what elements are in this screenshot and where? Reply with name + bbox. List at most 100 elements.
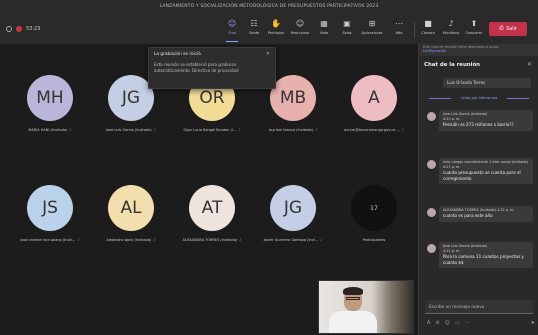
participant-tile[interactable]: JG Javier Guerrero Gamboa (Invi... ♪: [252, 180, 334, 260]
compose-toolbar: A ⊘ ☺ ▭ ⋯ ➤: [427, 320, 535, 330]
message-time: 4:21 p. m.: [443, 165, 461, 169]
chat-banner: Este chat de reunión tiene detectado el …: [419, 44, 538, 56]
video-stage: MH MARIA HANI (Invitado) ♪ JG Jose Luis G…: [0, 44, 418, 335]
message-text: cuanto presupuesto se cuenta para el cor…: [443, 170, 521, 181]
participant-name: MARIA HANI (Invitado): [28, 128, 68, 132]
avatar: AL: [108, 185, 154, 231]
close-icon[interactable]: ✕: [527, 61, 532, 68]
attach-icon[interactable]: ⊘: [435, 320, 439, 330]
previous-message: Luis Orlando Torres: [443, 78, 531, 88]
chat-button[interactable]: ☺ Chat: [221, 18, 243, 42]
window-title: LANZAMIENTO Y SOCIALIZACIÓN METODOLÓGICA…: [0, 0, 538, 14]
message-input[interactable]: Escribe un mensaje nuevo: [425, 300, 533, 314]
participant-name: anrym@bucaramanga.gov.co ...: [343, 128, 400, 132]
teams-meeting-window: LANZAMIENTO Y SOCIALIZACIÓN METODOLÓGICA…: [0, 0, 538, 335]
people-icon: ☷: [250, 19, 258, 28]
message-sender: ALEXANDRA TORRES (Invitado): [443, 208, 496, 212]
meeting-toolbar: 53:23 ☺ Chat ☷ Gente ✋ Participar ☺ Reac…: [0, 14, 538, 44]
mic-off-icon: ♪: [238, 128, 241, 132]
rooms-button[interactable]: ▣ Salas: [336, 18, 358, 42]
gif-icon[interactable]: ▭: [455, 320, 460, 330]
microphone-button[interactable]: ♪ Micrófono: [440, 18, 462, 42]
message-sender: erby vargas concejimiento 1 lider social…: [443, 160, 529, 164]
chat-title: Chat de la reunión: [424, 62, 481, 68]
toolbar-divider: [414, 22, 415, 38]
mic-off-icon: ♪: [153, 128, 156, 132]
more-icon[interactable]: ⋯: [465, 320, 470, 330]
participant-tile[interactable]: AT ALEXANDRA TORRES (Invitado) ♪: [171, 180, 253, 260]
people-button[interactable]: ☷ Gente: [243, 18, 265, 42]
recording-icon: [16, 26, 22, 32]
message-text: Para la comuna 11 cuantos proyectos y cu…: [443, 254, 524, 265]
avatar: [427, 160, 436, 169]
participant-count: 17: [351, 185, 397, 231]
recording-notification: La grabación se inició. Esta reunión se …: [148, 47, 276, 89]
format-icon[interactable]: A: [427, 320, 430, 330]
apps-button[interactable]: ⊞ Aplicaciones: [361, 18, 383, 42]
leave-button[interactable]: ✆ Salir: [489, 22, 527, 36]
close-icon[interactable]: ✕: [266, 51, 270, 57]
avatar: MH: [27, 75, 73, 121]
camera-button[interactable]: ■ Cámara: [417, 18, 439, 42]
notification-title: La grabación se inició.: [154, 52, 202, 57]
send-icon[interactable]: ➤: [531, 320, 535, 330]
chat-messages[interactable]: Luis Orlando Torres Leído por última vez…: [419, 74, 538, 298]
raise-hand-icon: ✋: [271, 19, 281, 28]
avatar: AT: [189, 185, 235, 231]
participant-tile[interactable]: AL Alejandro lopez (Invitado) ♪: [90, 180, 172, 260]
participant-tile[interactable]: JS jose vicente ruiz solano (Invit... ♪: [9, 180, 91, 260]
more-button[interactable]: ⋯ Más: [388, 18, 410, 42]
more-icon: ⋯: [395, 19, 403, 28]
participant-name: jose vicente ruiz solano (Invit...: [20, 238, 76, 242]
raise-hand-button[interactable]: ✋ Participar: [265, 18, 287, 42]
mic-off-icon: ♪: [314, 128, 318, 132]
self-video-preview[interactable]: [318, 280, 414, 334]
participant-tile[interactable]: MH MARIA HANI (Invitado) ♪: [9, 70, 91, 150]
meeting-timer: 53:23: [26, 26, 41, 32]
participant-name: myriam blanco (Invitado): [268, 128, 313, 132]
view-button[interactable]: ▦ Vista: [313, 18, 335, 42]
avatar: A: [351, 75, 397, 121]
shield-icon: [6, 26, 12, 32]
notification-body: Esta reunión se estableció para grabarse…: [154, 62, 239, 73]
avatar: [427, 208, 436, 217]
view-icon: ▦: [320, 19, 328, 28]
mic-off-icon: ♪: [77, 238, 80, 242]
microphone-icon: ♪: [448, 19, 454, 28]
share-icon: ⬆: [470, 19, 478, 28]
avatar: MB: [270, 75, 316, 121]
last-read-divider: Leído por última vez: [429, 96, 529, 100]
message-text: Pensión es 273 millones x barrio??: [443, 122, 514, 127]
react-button[interactable]: ☺ Reaccionar: [289, 18, 311, 42]
message-text: cuanto es para este año: [443, 213, 493, 218]
rooms-icon: ▣: [343, 19, 351, 28]
phone-icon: ✆: [499, 25, 505, 32]
mic-off-icon: ♪: [239, 238, 242, 242]
settings-link[interactable]: Configuración: [423, 49, 446, 53]
mic-off-icon: ♪: [401, 128, 405, 132]
participant-name: ALEXANDRA TORRES (Invitado): [182, 238, 238, 242]
mic-off-icon: ♪: [153, 238, 156, 242]
mic-off-icon: ♪: [69, 128, 72, 132]
message-sender: Jose Luis Garcia (Invitado): [443, 244, 488, 248]
emoji-icon[interactable]: ☺: [445, 320, 450, 330]
message-sender: Jose Luis Garcia (Invitado): [443, 112, 488, 116]
share-button[interactable]: ⬆ Compartir: [463, 18, 485, 42]
participant-name: Participantes: [362, 238, 386, 242]
message-time: 4:20 p. m.: [443, 117, 461, 121]
camera-icon: ■: [424, 19, 432, 28]
reaction-icon: ☺: [295, 19, 305, 28]
avatar: [427, 112, 436, 121]
participant-name: Olga Lucia Rangel Rondon (I...: [183, 128, 237, 132]
participant-name: Alejandro lopez (Invitado): [106, 238, 152, 242]
avatar: JS: [27, 185, 73, 231]
avatar: [427, 244, 436, 253]
participant-name: Jose Luis Garcia (Invitado): [106, 128, 152, 132]
more-participants-tile[interactable]: 17 Participantes: [333, 180, 415, 260]
message-time: 4:22 p. m.: [443, 249, 461, 253]
participant-tile[interactable]: A anrym@bucaramanga.gov.co ... ♪: [333, 70, 415, 150]
avatar: JG: [270, 185, 316, 231]
participant-name: Javier Guerrero Gamboa (Invi...: [263, 238, 319, 242]
meeting-status: 53:23: [6, 22, 40, 36]
chat-panel: Este chat de reunión tiene detectado el …: [418, 44, 538, 335]
